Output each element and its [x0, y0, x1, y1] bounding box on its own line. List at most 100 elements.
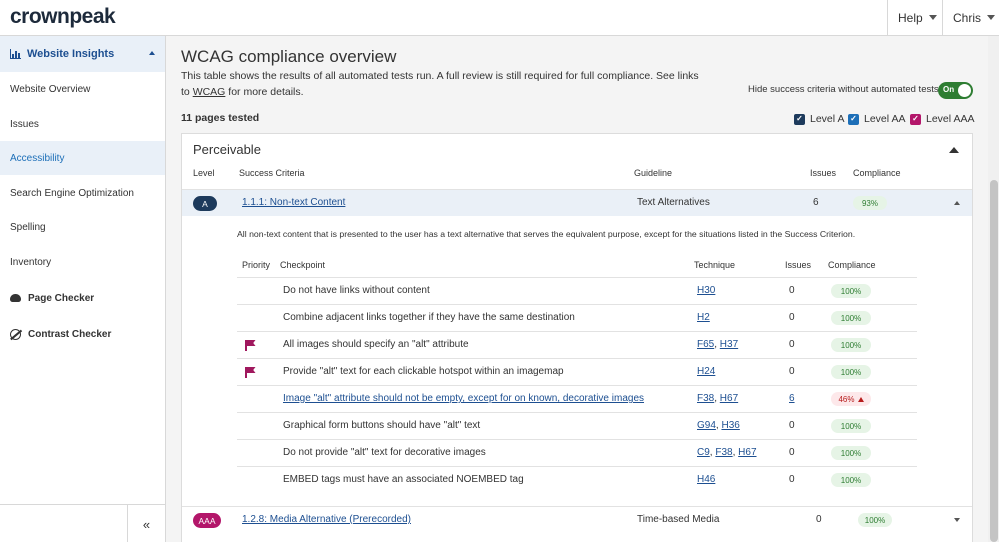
level-aaa-filter[interactable]: ✓ Level AAA: [910, 113, 974, 125]
compliance-badge: 100%: [831, 365, 871, 379]
criterion-row-1-1-1[interactable]: A 1.1.1: Non-text Content Text Alternati…: [182, 189, 972, 216]
warning-icon: [857, 396, 864, 402]
checkpoint-text: Provide "alt" text for each clickable ho…: [283, 366, 564, 377]
technique-link[interactable]: H37: [720, 339, 738, 350]
sidebar-item-label: Accessibility: [10, 152, 65, 164]
checkpoint-row: Graphical form buttons should have "alt"…: [237, 412, 917, 439]
guideline-text: Time-based Media: [637, 514, 720, 525]
checkpoint-row: Provide "alt" text for each clickable ho…: [237, 358, 917, 385]
user-menu-button[interactable]: Chris: [942, 0, 999, 35]
sidebar-item-inventory[interactable]: Inventory: [0, 245, 165, 279]
collapse-sidebar-button[interactable]: «: [127, 505, 165, 542]
compliance-badge: 100%: [831, 311, 871, 325]
compliance-badge-warning: 46%: [831, 392, 871, 406]
checkpoint-text: Do not have links without content: [283, 285, 430, 296]
sidebar-item-website-overview[interactable]: Website Overview: [0, 72, 165, 106]
column-header-compliance: Compliance: [853, 168, 901, 178]
checkbox-checked-icon[interactable]: ✓: [848, 113, 859, 125]
column-header-criteria: Success Criteria: [239, 168, 305, 178]
priority-flag-icon: [245, 367, 256, 378]
page-title: WCAG compliance overview: [181, 47, 397, 66]
sidebar-item-page-checker[interactable]: Page Checker: [0, 281, 165, 315]
technique-links: C9, F38, H67: [697, 447, 757, 458]
chevron-up-icon[interactable]: [954, 201, 960, 205]
sidebar-item-spelling[interactable]: Spelling: [0, 210, 165, 244]
guideline-text: Text Alternatives: [637, 197, 710, 208]
crownpeak-logo[interactable]: crownpeak: [10, 5, 116, 29]
user-label: Chris: [953, 10, 982, 25]
technique-links: H46: [697, 474, 715, 485]
intro-text-part: for more details.: [225, 86, 304, 98]
checkpoint-row: All images should specify an "alt" attri…: [237, 331, 917, 358]
criterion-link[interactable]: 1.1.1: Non-text Content: [242, 197, 345, 208]
technique-link[interactable]: H24: [697, 366, 715, 377]
column-header-guideline: Guideline: [634, 168, 673, 178]
technique-link[interactable]: H46: [697, 474, 715, 485]
level-badge: A: [193, 196, 217, 211]
technique-link[interactable]: H67: [738, 447, 756, 458]
contrast-icon: [10, 328, 21, 340]
checkpoint-issues: 0: [789, 366, 795, 377]
bar-chart-icon: [10, 49, 21, 59]
sidebar-item-contrast-checker[interactable]: Contrast Checker: [0, 317, 165, 351]
technique-link[interactable]: H36: [721, 420, 739, 431]
checkbox-checked-icon[interactable]: ✓: [910, 113, 921, 125]
sidebar-section-label: Website Insights: [27, 48, 115, 60]
technique-link[interactable]: H2: [697, 312, 710, 323]
toggle-state-label: On: [943, 85, 955, 94]
panel-title: Perceivable: [193, 142, 261, 157]
technique-link[interactable]: F38: [715, 447, 732, 458]
technique-links: H2: [697, 312, 710, 323]
checkpoint-row: Image "alt" attribute should not be empt…: [237, 385, 917, 412]
perceivable-panel: Perceivable Level Success Criteria Guide…: [181, 133, 973, 542]
help-menu-button[interactable]: Help: [887, 0, 942, 35]
technique-link[interactable]: H30: [697, 285, 715, 296]
sidebar-section-website-insights[interactable]: Website Insights: [0, 36, 165, 72]
technique-link[interactable]: F38: [697, 393, 714, 404]
criterion-description: All non-text content that is presented t…: [237, 229, 856, 239]
technique-link[interactable]: G94: [697, 420, 716, 431]
pages-tested-count: 11 pages tested: [181, 112, 260, 124]
criterion-row-1-2-8[interactable]: AAA 1.2.8: Media Alternative (Prerecorde…: [182, 506, 972, 533]
technique-link[interactable]: C9: [697, 447, 710, 458]
scrollbar-thumb[interactable]: [990, 180, 998, 542]
level-filter-label: Level A: [810, 113, 845, 125]
checkpoint-row: Combine adjacent links together if they …: [237, 304, 917, 331]
checkpoint-text: Do not provide "alt" text for decorative…: [283, 447, 486, 458]
chevron-up-icon[interactable]: [949, 147, 959, 153]
technique-links: H30: [697, 285, 715, 296]
level-filter-label: Level AA: [864, 113, 906, 125]
compliance-badge: 100%: [831, 338, 871, 352]
cloud-upload-icon: [10, 294, 21, 302]
checkpoint-issues-link[interactable]: 6: [789, 393, 795, 404]
chevron-up-icon: [149, 51, 155, 55]
hide-criteria-toggle[interactable]: On: [938, 82, 973, 99]
hide-criteria-toggle-label: Hide success criteria without automated …: [748, 84, 939, 95]
checkpoint-link[interactable]: Image "alt" attribute should not be empt…: [283, 393, 644, 404]
technique-link[interactable]: H67: [720, 393, 738, 404]
column-header-level: Level: [193, 168, 215, 178]
checkpoint-row: Do not provide "alt" text for decorative…: [237, 439, 917, 466]
sub-column-header-technique: Technique: [694, 260, 736, 270]
checkpoint-text: EMBED tags must have an associated NOEMB…: [283, 474, 524, 485]
level-badge: AAA: [193, 513, 221, 528]
technique-links: F65, H37: [697, 339, 739, 350]
issues-count: 0: [816, 514, 822, 525]
sidebar-item-seo[interactable]: Search Engine Optimization: [0, 176, 165, 210]
criterion-link[interactable]: 1.2.8: Media Alternative (Prerecorded): [242, 514, 411, 525]
technique-links: H24: [697, 366, 715, 377]
chevron-down-icon[interactable]: [954, 518, 960, 522]
sidebar-item-accessibility[interactable]: Accessibility: [0, 141, 165, 175]
checkbox-checked-icon[interactable]: ✓: [794, 113, 805, 125]
technique-links: F38, H67: [697, 393, 739, 404]
compliance-badge: 100%: [831, 473, 871, 487]
sub-column-header-checkpoint: Checkpoint: [280, 260, 326, 270]
level-aa-filter[interactable]: ✓ Level AA: [848, 113, 905, 125]
top-bar: crownpeak Help Chris: [0, 0, 999, 36]
level-a-filter[interactable]: ✓ Level A: [794, 113, 844, 125]
checkpoint-issues: 0: [789, 339, 795, 350]
sub-column-header-issues: Issues: [785, 260, 812, 270]
sidebar-item-issues[interactable]: Issues: [0, 107, 165, 141]
wcag-link[interactable]: WCAG: [193, 86, 226, 98]
technique-link[interactable]: F65: [697, 339, 714, 350]
